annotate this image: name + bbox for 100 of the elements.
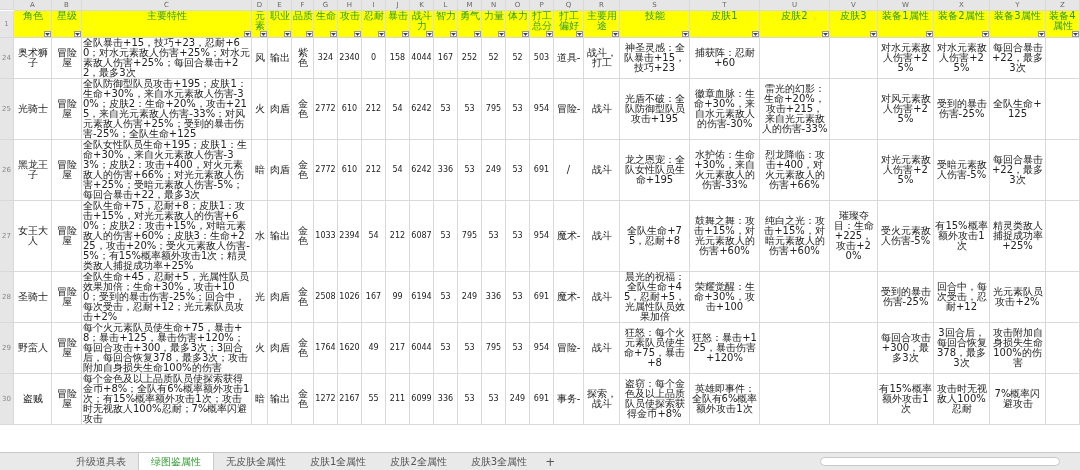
table-cell: 暗: [252, 374, 268, 425]
table-cell: [760, 374, 830, 425]
table-cell: 金色: [292, 79, 314, 140]
table-cell: 每回合攻击+300，最多3次: [878, 323, 934, 374]
table-cell: 全队生命+75，忍耐+8；皮肤1：攻击+15%，对光元素敌人的伤害+60%；皮肤2：攻击+15%，对暗元素敌人的伤害+60%；皮肤3：生命+225，攻击+20%；受火元素敌人伤害-5%；有15%概率额外攻击1次；精灵类敌人捕捉成功率+25%: [82, 201, 252, 272]
table-cell: 336: [434, 374, 458, 425]
filter-dropdown-icon[interactable]: [244, 31, 251, 37]
table-cell: 324: [314, 38, 338, 79]
table-cell: 纯白之光：攻击+15%，对暗元素敌人的伤害+60%: [760, 201, 830, 272]
table-cell: 冒险屋: [52, 38, 82, 79]
filter-dropdown-icon[interactable]: [682, 31, 689, 37]
table-cell: 53: [434, 323, 458, 374]
table-cell: 6242: [410, 79, 434, 140]
filter-dropdown-icon[interactable]: [870, 31, 877, 37]
table-cell: 252: [458, 38, 482, 79]
table-cell: 有15%概率额外攻击1次: [878, 374, 934, 425]
column-header: 忍耐: [362, 11, 385, 21]
table-cell: 璀璨夺目：生命+225，攻击+20%: [830, 201, 878, 272]
sheet-tab[interactable]: 绿图鉴属性: [138, 453, 214, 470]
table-cell: 战斗: [584, 323, 620, 374]
table-cell: 魔术-: [554, 201, 584, 272]
column-header: 角色: [21, 11, 44, 21]
table-cell: 每个火元素队员使生命+75，暴击+8；暴击+125，暴击伤害+120%；每回合攻击+300，最多3次；3回合后，每回合恢复378，最多3次；攻击附加自身损失生命100%的伤害: [82, 323, 252, 374]
column-header: 打工偏好: [557, 11, 580, 31]
column-header: 攻击: [338, 11, 361, 21]
table-cell: 探索，战斗: [584, 374, 620, 425]
filter-dropdown-icon[interactable]: [576, 31, 583, 37]
table-cell: 3回合后，每回合恢复378，最多3次: [934, 323, 990, 374]
table-cell: 每个金色及以上品质队员使探索获得金币+8%；全队有6%概率额外攻击1次；有15%概率额外攻击1次；攻击时无视敌人100%忍耐；7%概率闪避攻击: [82, 374, 252, 425]
horizontal-scrollbar[interactable]: [820, 457, 1060, 466]
filter-dropdown-icon[interactable]: [1072, 31, 1079, 37]
table-cell: 691: [530, 374, 554, 425]
table-cell: 53: [458, 323, 482, 374]
table-cell: 女王大人: [14, 201, 52, 272]
table-cell: [1046, 374, 1080, 425]
table-cell: 2394: [338, 201, 362, 272]
filter-dropdown-icon[interactable]: [752, 31, 759, 37]
table-cell: 受到的暴击伤害-25%: [878, 272, 934, 323]
table-cell: 52: [506, 38, 530, 79]
filter-dropdown-icon[interactable]: [354, 31, 361, 37]
column-header: 暴击: [386, 11, 409, 21]
table-cell: 鼓舞之舞：攻击+15%，对光元素敌人的伤害+60%: [690, 201, 760, 272]
table-cell: 攻击时无视敌人100%忍耐: [934, 374, 990, 425]
sheet-tab[interactable]: 皮肤3全属性: [458, 453, 540, 470]
filter-dropdown-icon[interactable]: [378, 31, 385, 37]
table-cell: 691: [530, 140, 554, 201]
filter-dropdown-icon[interactable]: [474, 31, 481, 37]
filter-dropdown-icon[interactable]: [982, 31, 989, 37]
add-sheet-button[interactable]: +: [539, 453, 562, 470]
filter-dropdown-icon[interactable]: [426, 31, 433, 37]
filter-dropdown-icon[interactable]: [926, 31, 933, 37]
table-cell: 336: [434, 140, 458, 201]
filter-dropdown-icon[interactable]: [260, 31, 267, 37]
table-cell: 受到的暴击伤害-25%: [934, 79, 990, 140]
sheet-tab[interactable]: 无皮肤全属性: [214, 453, 298, 470]
column-header: 装备2属性: [937, 11, 986, 21]
table-cell: 输出: [268, 201, 292, 272]
sheet-tab[interactable]: 升级道具表: [64, 453, 138, 470]
column-header: 职业: [268, 11, 291, 21]
filter-dropdown-icon[interactable]: [522, 31, 529, 37]
table-cell: 1764: [314, 323, 338, 374]
table-cell: 2340: [338, 38, 362, 79]
filter-dropdown-icon[interactable]: [450, 31, 457, 37]
table-cell: 金色: [292, 140, 314, 201]
filter-dropdown-icon[interactable]: [1038, 31, 1045, 37]
filter-dropdown-icon[interactable]: [546, 31, 553, 37]
filter-dropdown-icon[interactable]: [44, 31, 51, 37]
table-cell: 雷光的幻影：生命+20%，攻击+215，来自光元素敌人的伤害-33%: [760, 79, 830, 140]
table-cell: 金色: [292, 323, 314, 374]
table-cell: 954: [530, 79, 554, 140]
filter-dropdown-icon[interactable]: [74, 31, 81, 37]
table-cell: 53: [434, 201, 458, 272]
filter-dropdown-icon[interactable]: [822, 31, 829, 37]
table-cell: 53: [482, 201, 506, 272]
table-cell: 战斗，打工: [584, 38, 620, 79]
sheet-tab[interactable]: 皮肤2全属性: [378, 453, 459, 470]
filter-dropdown-icon[interactable]: [498, 31, 505, 37]
filter-dropdown-icon[interactable]: [284, 31, 291, 37]
table-cell: 暗: [252, 140, 268, 201]
table-cell: 水: [252, 201, 268, 272]
filter-dropdown-icon[interactable]: [306, 31, 313, 37]
table-cell: 道具-: [554, 38, 584, 79]
table-cell: 肉盾: [268, 79, 292, 140]
table-cell: 有15%概率额外攻击1次: [934, 201, 990, 272]
table-cell: 光盾不破：全队防御型队员攻击+195: [620, 79, 690, 140]
column-header: 元素: [253, 11, 266, 31]
filter-dropdown-icon[interactable]: [402, 31, 409, 37]
table-cell: 狂怒：暴击+125，暴击伤害+120%: [690, 323, 760, 374]
sheet-tab[interactable]: 皮肤1全属性: [298, 453, 379, 470]
table-cell: [1046, 201, 1080, 272]
column-header: 技能: [643, 11, 666, 21]
table-cell: [830, 140, 878, 201]
filter-dropdown-icon[interactable]: [330, 31, 337, 37]
table-cell: 99: [386, 272, 410, 323]
table-cell: 212: [362, 140, 386, 201]
table-cell: 54: [386, 79, 410, 140]
table-cell: 53: [434, 272, 458, 323]
filter-dropdown-icon[interactable]: [612, 31, 619, 37]
table-cell: 全队暴击+15，技巧+23，忍耐+60；对水元素敌人伤害+25%；对水元素敌人伤害+25%；每回合暴击+22，最多3次: [82, 38, 252, 79]
table-cell: 217: [386, 323, 410, 374]
